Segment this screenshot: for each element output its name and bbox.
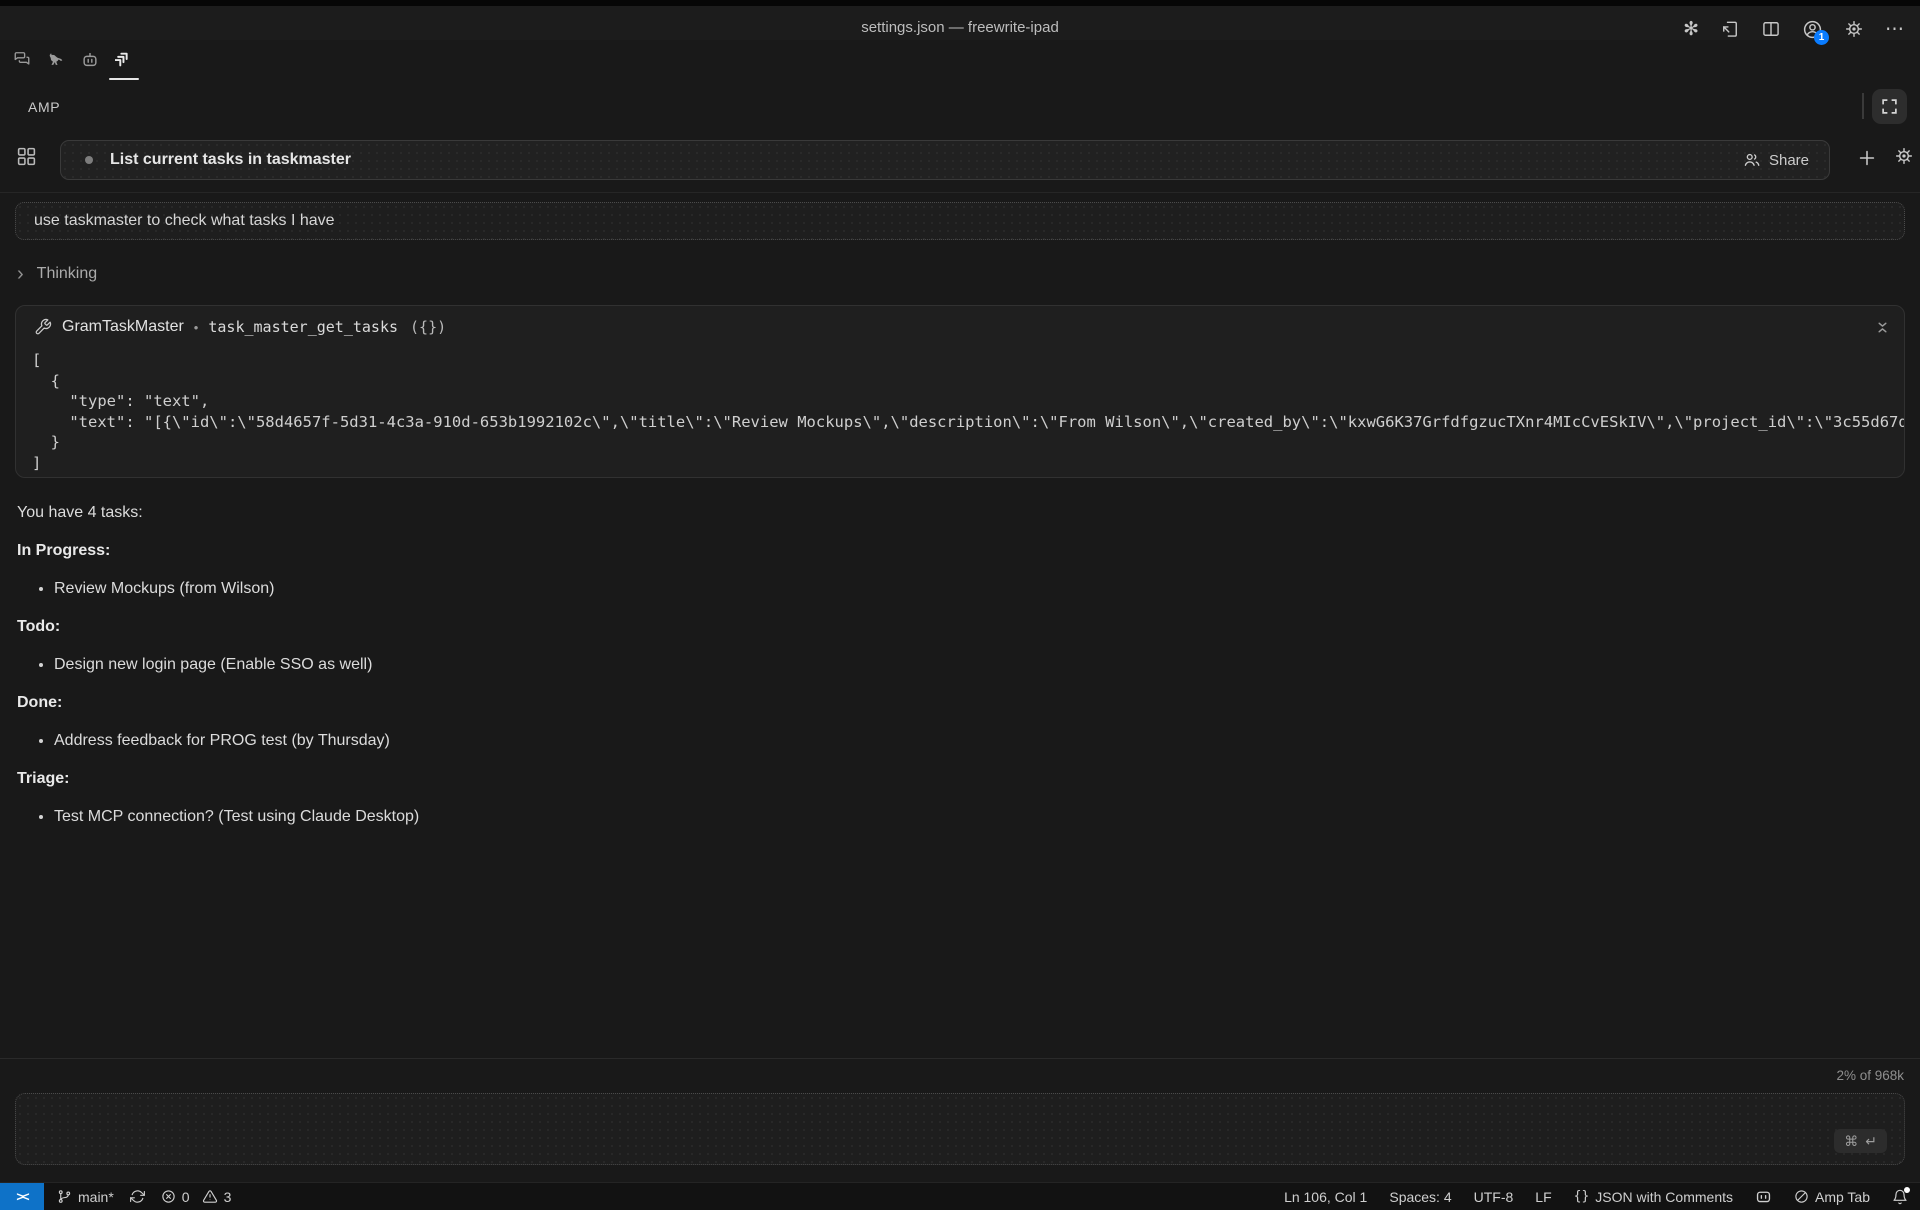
line-col-indicator[interactable]: Ln 106, Col 1 <box>1284 1189 1367 1205</box>
tab-amp-icon[interactable] <box>115 46 133 72</box>
response-intro: You have 4 tasks: <box>17 501 1620 525</box>
message-input[interactable]: ⌘ ↵ <box>15 1093 1905 1165</box>
title-bar-actions: ✻ 1 ⋯ <box>1683 12 1904 46</box>
section-heading: Triage: <box>17 767 1620 791</box>
panel-title: AMP <box>28 99 60 115</box>
context-usage: 2% of 968k <box>1836 1068 1904 1083</box>
chat-settings-gear-icon[interactable] <box>1894 146 1914 166</box>
file-arrow-icon[interactable] <box>1720 19 1740 39</box>
indentation-indicator[interactable]: Spaces: 4 <box>1389 1189 1451 1205</box>
tool-output-line: "text": "[{\"id\":\"58d4657f-5d31-4c3a-9… <box>32 412 1904 433</box>
user-message-text: use taskmaster to check what tasks I hav… <box>34 212 335 230</box>
tool-name: task_master_get_tasks <box>208 318 398 336</box>
tool-output-line: { <box>32 371 1904 392</box>
status-bar: >< main* 0 3 Ln 106, <box>0 1182 1920 1210</box>
warning-count: 3 <box>224 1189 232 1205</box>
tool-call-block: GramTaskMaster • task_master_get_tasks (… <box>15 305 1905 478</box>
tool-call-header: GramTaskMaster • task_master_get_tasks (… <box>34 318 1864 336</box>
chevron-right-icon: › <box>17 264 24 284</box>
sync-indicator[interactable] <box>130 1189 145 1204</box>
share-button[interactable]: Share <box>1743 151 1809 169</box>
account-icon[interactable]: 1 <box>1802 19 1823 40</box>
tool-separator: • <box>194 320 199 335</box>
notification-dot <box>1904 1187 1910 1193</box>
tool-server-name: GramTaskMaster <box>62 318 184 336</box>
users-icon <box>1743 151 1761 169</box>
eol-indicator[interactable]: LF <box>1535 1189 1551 1205</box>
wrench-icon <box>34 318 52 336</box>
tool-output-line: ] <box>32 453 1904 474</box>
task-item: Review Mockups (from Wilson) <box>54 577 1620 601</box>
assistant-response: You have 4 tasks: In Progress: Review Mo… <box>17 501 1620 843</box>
task-list: Test MCP connection? (Test using Claude … <box>17 805 1620 829</box>
amp-robot-icon[interactable] <box>1755 1188 1772 1205</box>
encoding-indicator[interactable]: UTF-8 <box>1474 1189 1514 1205</box>
collapse-output-icon[interactable] <box>1875 320 1890 335</box>
section-heading: Done: <box>17 691 1620 715</box>
task-item: Test MCP connection? (Test using Claude … <box>54 805 1620 829</box>
tab-kangaroo-icon[interactable] <box>47 46 65 72</box>
panel-tab-bar <box>13 46 133 72</box>
user-message[interactable]: use taskmaster to check what tasks I hav… <box>15 202 1905 240</box>
problems-indicator[interactable]: 0 3 <box>161 1189 232 1205</box>
warning-icon <box>202 1189 218 1204</box>
window-title: settings.json — freewrite-ipad <box>0 12 1920 46</box>
section-heading: In Progress: <box>17 539 1620 563</box>
branch-icon <box>57 1189 72 1204</box>
tool-output-line: "type": "text", <box>32 391 1904 412</box>
header-divider <box>0 192 1920 193</box>
thinking-label: Thinking <box>37 265 97 283</box>
notifications-bell[interactable] <box>1892 1189 1908 1205</box>
task-item: Design new login page (Enable SSO as wel… <box>54 653 1620 677</box>
task-list: Design new login page (Enable SSO as wel… <box>17 653 1620 677</box>
tool-output-line: } <box>32 432 1904 453</box>
remote-indicator[interactable]: >< <box>0 1183 44 1210</box>
settings-gear-icon[interactable] <box>1844 19 1864 39</box>
tool-output-line: [ <box>32 350 1904 371</box>
braces-icon: {} <box>1574 1189 1590 1204</box>
amp-tab-label: Amp Tab <box>1815 1189 1870 1205</box>
header-separator <box>1862 93 1864 119</box>
return-key-icon: ↵ <box>1865 1133 1877 1150</box>
title-bar: settings.json — freewrite-ipad ✻ 1 <box>0 0 1920 40</box>
amp-tab-indicator[interactable]: Amp Tab <box>1794 1189 1870 1205</box>
slash-circle-icon <box>1794 1189 1809 1204</box>
assistant-swirl-icon[interactable]: ✻ <box>1683 20 1699 39</box>
task-list: Review Mockups (from Wilson) <box>17 577 1620 601</box>
sync-icon <box>130 1189 145 1204</box>
thread-selector[interactable]: List current tasks in taskmaster Share <box>60 140 1830 180</box>
tool-output: [ { "type": "text", "text": "[{\"id\":\"… <box>32 350 1904 473</box>
error-icon <box>161 1189 176 1204</box>
language-name: JSON with Comments <box>1595 1189 1733 1205</box>
task-item: Address feedback for PROG test (by Thurs… <box>54 729 1620 753</box>
account-badge: 1 <box>1814 30 1829 45</box>
more-actions-icon[interactable]: ⋯ <box>1885 20 1904 39</box>
section-heading: Todo: <box>17 615 1620 639</box>
task-list: Address feedback for PROG test (by Thurs… <box>17 729 1620 753</box>
submit-shortcut-hint: ⌘ ↵ <box>1834 1129 1887 1153</box>
thread-title: List current tasks in taskmaster <box>110 151 1743 169</box>
language-indicator[interactable]: {} JSON with Comments <box>1574 1189 1733 1205</box>
branch-name: main* <box>78 1189 114 1205</box>
thread-status-dot <box>85 156 93 164</box>
share-label: Share <box>1769 152 1809 169</box>
threads-grid-icon[interactable] <box>16 146 37 167</box>
git-branch-indicator[interactable]: main* <box>57 1189 114 1205</box>
new-thread-button[interactable] <box>1856 147 1878 169</box>
composer-divider <box>0 1058 1920 1059</box>
tool-args: ({}) <box>410 318 446 336</box>
tab-robot-icon[interactable] <box>81 46 99 72</box>
command-key-icon: ⌘ <box>1844 1133 1858 1150</box>
thinking-toggle[interactable]: › Thinking <box>17 264 97 284</box>
tab-comments-icon[interactable] <box>13 46 31 72</box>
expand-panel-button[interactable] <box>1872 89 1907 124</box>
split-editor-icon[interactable] <box>1761 19 1781 39</box>
error-count: 0 <box>182 1189 190 1205</box>
